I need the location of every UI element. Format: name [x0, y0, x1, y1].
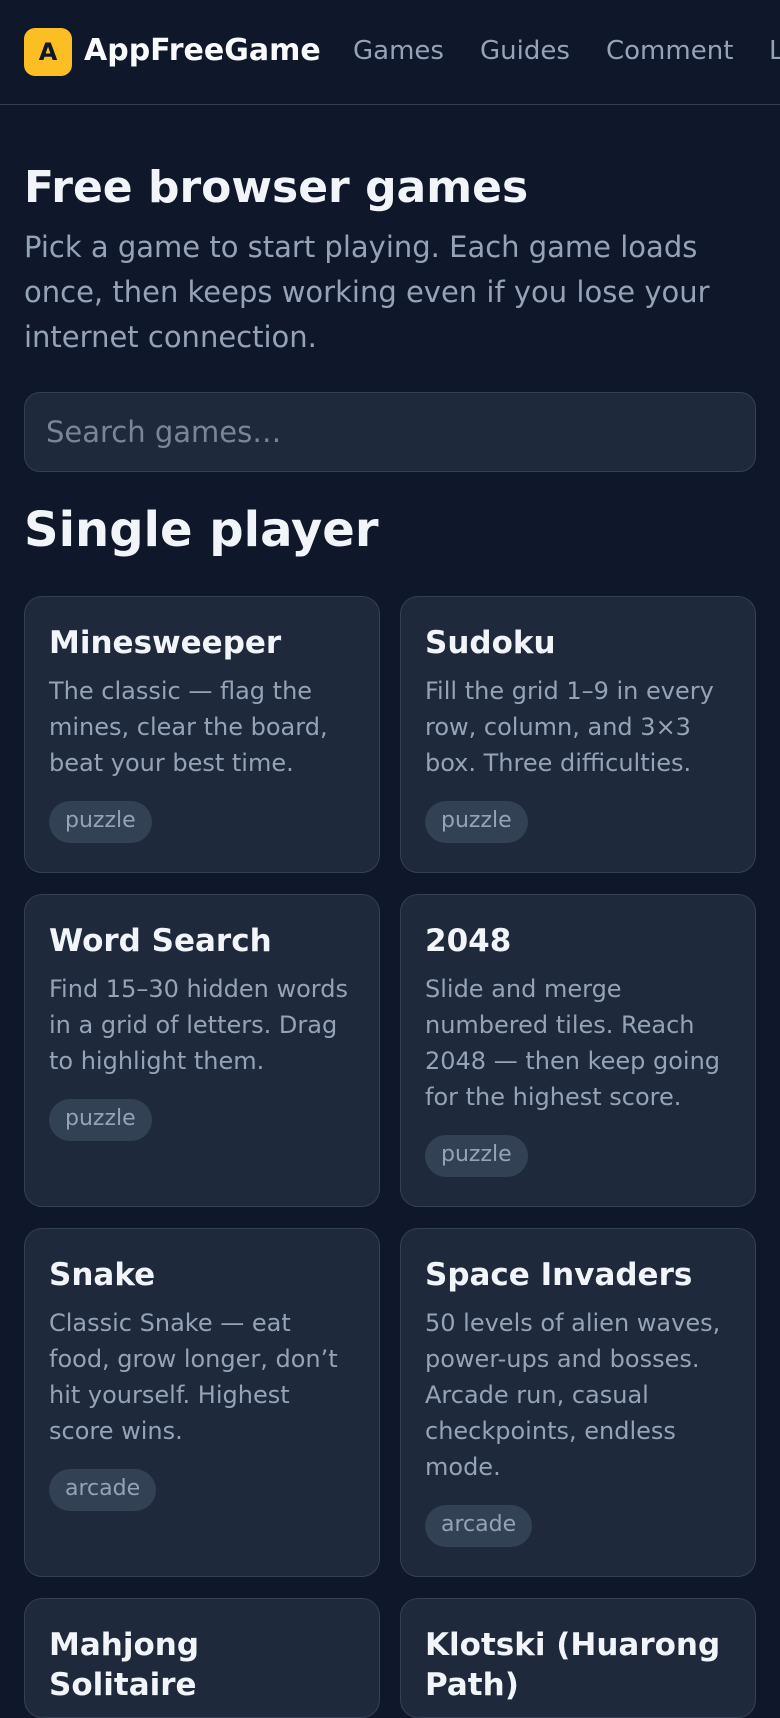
game-card-mahjong-solitaire[interactable]: Mahjong Solitaire — [24, 1598, 380, 1718]
game-card-sudoku[interactable]: Sudoku Fill the grid 1–9 in every row, c… — [400, 596, 756, 873]
game-card-description: 50 levels of alien waves, power-ups and … — [425, 1309, 721, 1481]
nav-link-comment[interactable]: Comment — [606, 31, 733, 71]
game-tag: puzzle — [425, 1135, 528, 1177]
page-title: Free browser games — [24, 162, 529, 213]
game-card-description: The classic — flag the mines, clear the … — [49, 677, 328, 777]
nav-link-guides[interactable]: Guides — [480, 31, 570, 71]
game-card-description: Slide and merge numbered tiles. Reach 20… — [425, 975, 721, 1111]
section-title-single-player: Single player — [24, 502, 379, 558]
game-card-title: 2048 — [425, 923, 512, 959]
game-card-title: Word Search — [49, 923, 272, 959]
game-card-title: Mahjong Solitaire — [49, 1627, 200, 1703]
game-card-klotski[interactable]: Klotski (Huarong Path) — [400, 1598, 756, 1718]
brand-name[interactable]: AppFreeGame — [84, 31, 321, 71]
site-header: A AppFreeGame Games Guides Comment L — [0, 0, 780, 105]
nav-link-games[interactable]: Games — [353, 31, 444, 71]
game-tag: puzzle — [425, 801, 528, 843]
game-card-title: Klotski (Huarong Path) — [425, 1627, 721, 1703]
nav-link-overflow[interactable]: L — [769, 31, 780, 71]
game-tag: arcade — [425, 1505, 533, 1547]
logo-icon[interactable]: A — [24, 28, 72, 76]
game-tag: puzzle — [49, 801, 152, 843]
game-card-snake[interactable]: Snake Classic Snake — eat food, grow lon… — [24, 1228, 380, 1577]
game-card-description: Classic Snake — eat food, grow longer, d… — [49, 1309, 338, 1445]
game-card-title: Space Invaders — [425, 1257, 693, 1293]
game-tag: arcade — [49, 1469, 157, 1511]
game-card-space-invaders[interactable]: Space Invaders 50 levels of alien waves,… — [400, 1228, 756, 1577]
game-card-word-search[interactable]: Word Search Find 15–30 hidden words in a… — [24, 894, 380, 1207]
search-input[interactable] — [24, 392, 756, 472]
game-card-description: Find 15–30 hidden words in a grid of let… — [49, 975, 348, 1075]
game-card-2048[interactable]: 2048 Slide and merge numbered tiles. Rea… — [400, 894, 756, 1207]
game-card-title: Minesweeper — [49, 625, 282, 661]
game-card-description: Fill the grid 1–9 in every row, column, … — [425, 677, 714, 777]
game-card-title: Sudoku — [425, 625, 556, 661]
game-card-title: Snake — [49, 1257, 156, 1293]
game-tag: puzzle — [49, 1099, 152, 1141]
game-card-minesweeper[interactable]: Minesweeper The classic — flag the mines… — [24, 596, 380, 873]
page-intro: Pick a game to start playing. Each game … — [24, 230, 710, 354]
